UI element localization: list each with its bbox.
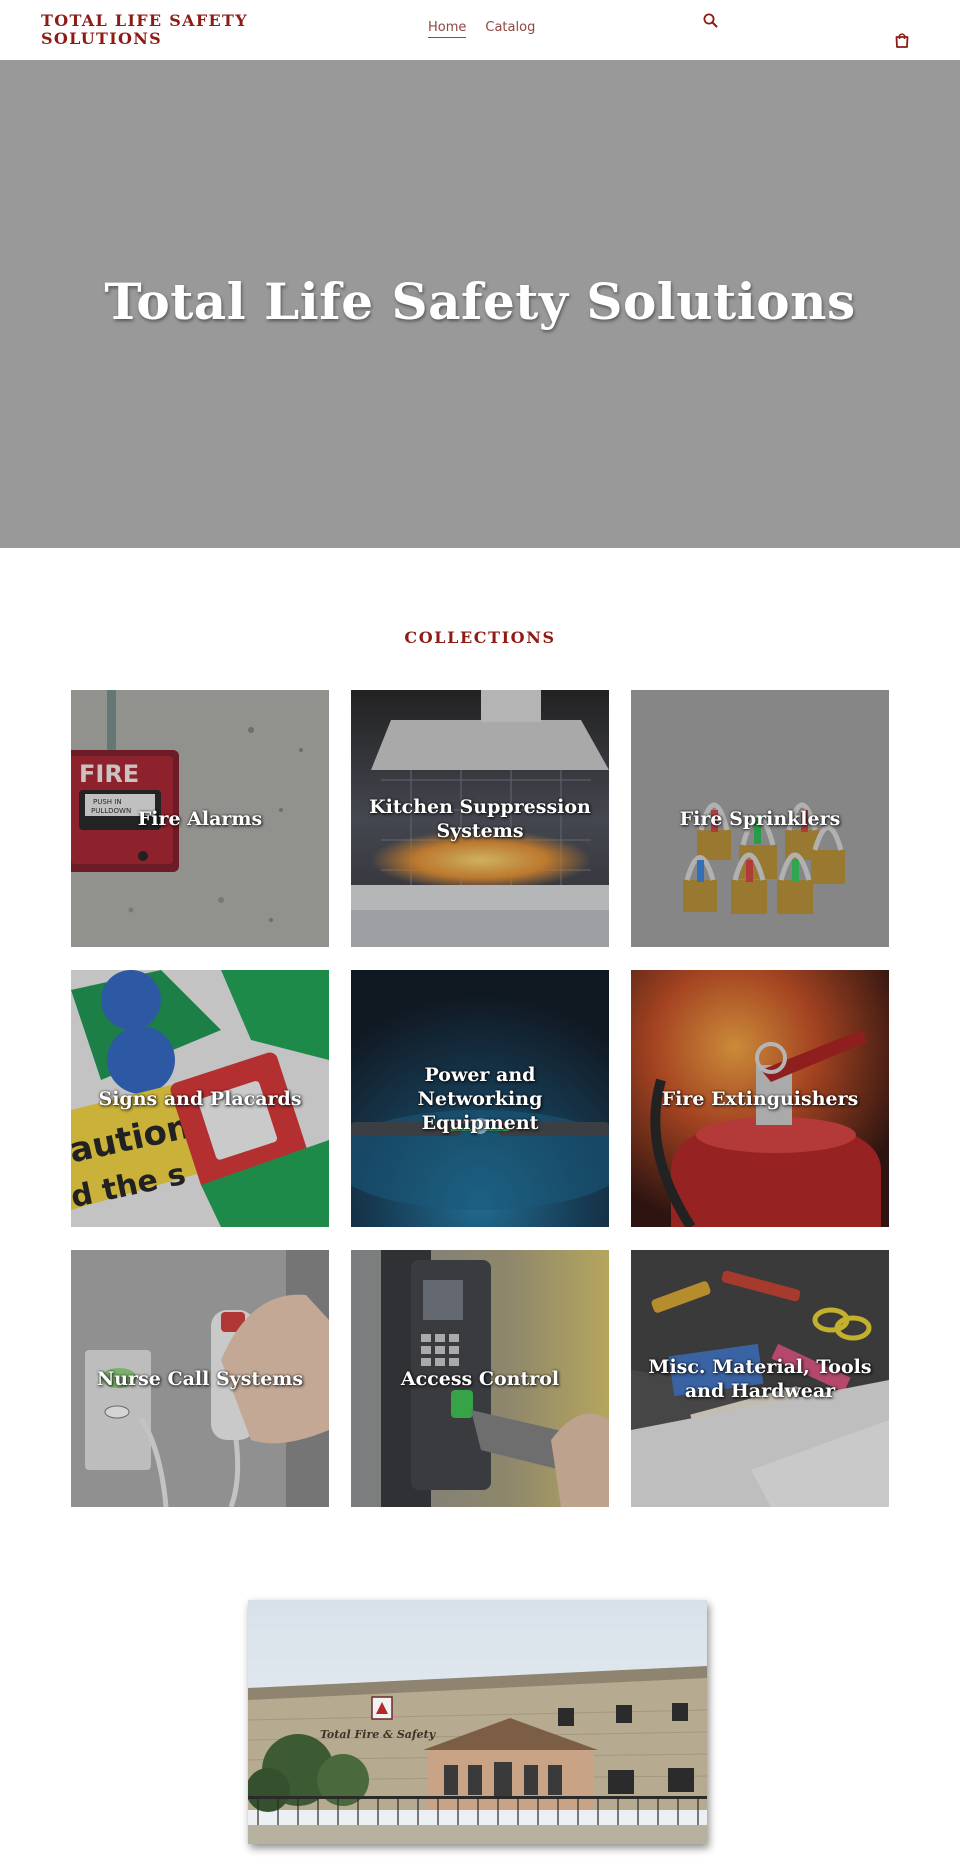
site-logo[interactable]: TOTAL LIFE SAFETY SOLUTIONS	[41, 12, 271, 48]
collection-access-control[interactable]: Access Control	[351, 1250, 609, 1507]
building-sign: Total Fire & Safety	[320, 1728, 437, 1741]
collection-label: Power and Networking Equipment	[417, 1063, 543, 1134]
collection-nurse-call-systems[interactable]: Nurse Call Systems	[71, 1250, 329, 1507]
collection-misc-material-tools-hardwear[interactable]: Misc. Material, Tools and Hardwear	[631, 1250, 889, 1507]
collection-label: Fire Sprinklers	[679, 807, 841, 830]
collection-label: Kitchen Suppression Systems	[369, 795, 591, 842]
collection-label: Access Control	[400, 1367, 560, 1390]
site-header: TOTAL LIFE SAFETY SOLUTIONS Home Catalog	[0, 0, 960, 60]
collection-fire-alarms[interactable]: FIRE PUSH IN PULLDOWN Fire Alarms	[71, 690, 329, 947]
collections-heading: COLLECTIONS	[404, 628, 556, 647]
search-icon[interactable]	[702, 12, 720, 30]
building-photo: Total Fire & Safety	[248, 1600, 707, 1844]
collection-label: Fire Alarms	[137, 807, 263, 830]
hero-title: Total Life Safety Solutions	[104, 272, 856, 331]
collections-grid: FIRE PUSH IN PULLDOWN Fire Alarms Kitche…	[71, 690, 889, 1507]
main-nav: Home Catalog	[428, 20, 535, 38]
cart-icon[interactable]	[893, 31, 911, 49]
nav-link-home[interactable]: Home	[428, 20, 467, 38]
collection-fire-sprinklers[interactable]: Fire Sprinklers	[631, 690, 889, 947]
nav-link-catalog[interactable]: Catalog	[485, 20, 535, 38]
collection-label: Nurse Call Systems	[96, 1367, 304, 1390]
collection-power-and-networking-equipment[interactable]: Power and Networking Equipment	[351, 970, 609, 1227]
collection-label: Fire Extinguishers	[661, 1087, 859, 1110]
collection-label: Signs and Placards	[98, 1087, 302, 1110]
collection-signs-and-placards[interactable]: aution d the s Signs and Placards	[71, 970, 329, 1227]
collection-kitchen-suppression-systems[interactable]: Kitchen Suppression Systems	[351, 690, 609, 947]
collection-label: Misc. Material, Tools and Hardwear	[648, 1355, 872, 1402]
hero-banner: Total Life Safety Solutions	[0, 60, 960, 548]
collection-fire-extinguishers[interactable]: Fire Extinguishers	[631, 970, 889, 1227]
